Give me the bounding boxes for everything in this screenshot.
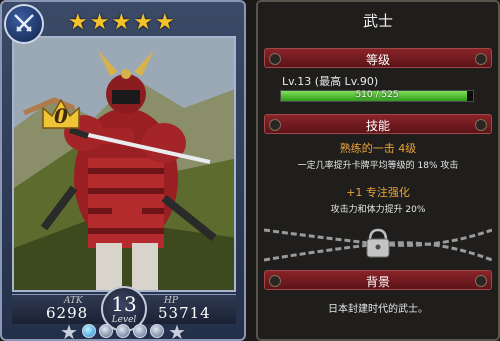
- corner-star-icon: ★: [60, 320, 78, 341]
- star-icon: ★: [133, 10, 153, 35]
- awaken-gem-icon: [82, 324, 96, 338]
- bonus-name: +1 专注强化: [346, 186, 410, 199]
- background-header-label: 背景: [365, 275, 390, 289]
- background-section-header: 背景: [264, 270, 492, 290]
- skill-header-label: 技能: [365, 119, 390, 133]
- card-portrait-frame: 0: [12, 36, 236, 292]
- skill-section-header: 技能: [264, 114, 492, 134]
- awaken-gem-icon: [116, 324, 130, 338]
- star-icon: ★: [111, 10, 132, 35]
- unit-card[interactable]: 0 ★ ★ ★ ★ ★ ATK 6298 HP 53714 13 Level ★…: [0, 0, 246, 341]
- star-icon: ★: [89, 10, 110, 35]
- card-level: 13: [111, 292, 137, 316]
- background-text: 日本封建时代的武士。: [328, 304, 428, 315]
- class-badge: [4, 4, 44, 44]
- star-icon: ★: [68, 10, 88, 35]
- level-header-label: 等级: [365, 53, 390, 67]
- awaken-gem-icon: [133, 324, 147, 338]
- crossed-swords-icon: [14, 14, 34, 32]
- bonus-description: 攻击力和体力提升 20%: [330, 205, 426, 215]
- exp-text: 510 / 525: [355, 90, 399, 100]
- awaken-gem-icon: [150, 324, 164, 338]
- awaken-gems: [82, 324, 164, 338]
- padlock-icon: [366, 228, 390, 258]
- corner-star-icon: ★: [168, 320, 186, 341]
- crown-level: 0: [54, 104, 68, 128]
- awaken-gem-icon: [99, 324, 113, 338]
- level-text: Lv.13 (最高 Lv.90): [282, 75, 379, 88]
- rarity-stars: ★ ★ ★ ★ ★: [68, 12, 175, 34]
- unit-name: 武士: [362, 12, 393, 30]
- exp-bar: 510 / 525: [280, 90, 474, 102]
- crown-badge: 0: [40, 98, 82, 132]
- skill-description: 一定几率提升卡牌平均等级的 18% 攻击: [297, 161, 459, 171]
- locked-skill-chains: [264, 228, 492, 262]
- skill-name: 熟练的一击 4级: [339, 142, 417, 155]
- unit-info-panel: 武士 等级 Lv.13 (最高 Lv.90) 510 / 525 技能 熟练的一…: [256, 0, 500, 341]
- samurai-portrait: [14, 38, 234, 290]
- level-section-header: 等级: [264, 48, 492, 68]
- star-icon: ★: [154, 10, 175, 35]
